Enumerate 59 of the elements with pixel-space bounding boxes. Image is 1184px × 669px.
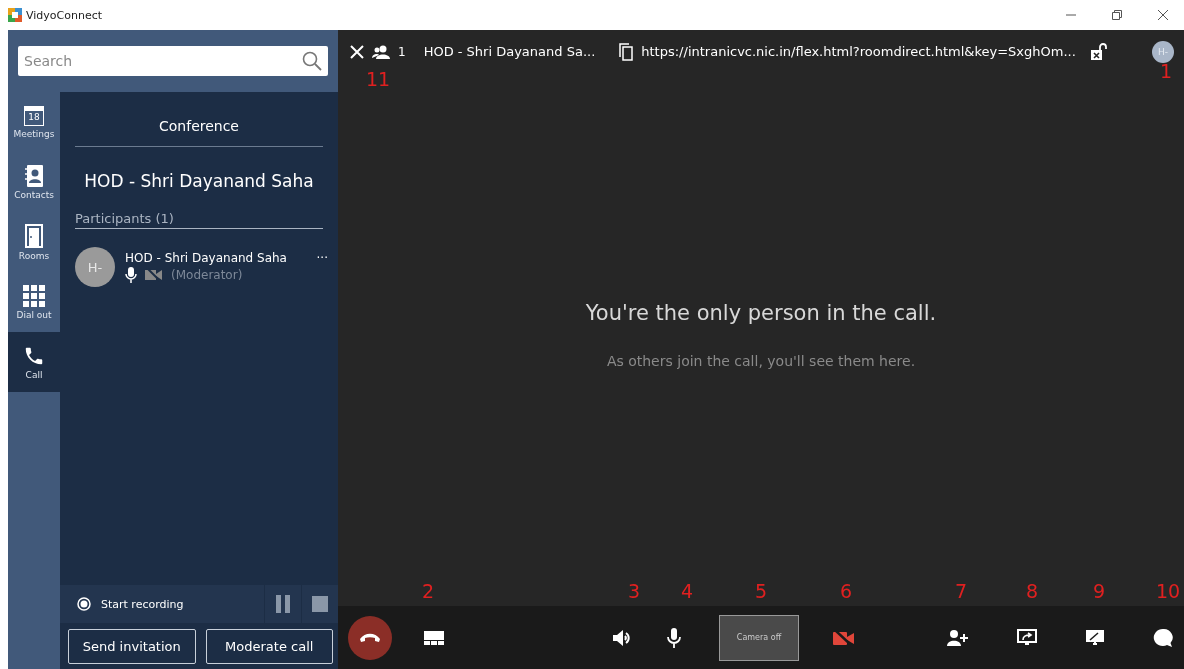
search-icon bbox=[302, 51, 322, 71]
participant-count: 1 bbox=[398, 44, 406, 59]
unlocked-padlock-icon[interactable] bbox=[1090, 42, 1108, 61]
search-field[interactable]: Search bbox=[18, 46, 328, 76]
chat-icon[interactable] bbox=[1153, 627, 1173, 648]
annotation-number: 2 bbox=[422, 582, 435, 601]
restore-icon[interactable] bbox=[1112, 10, 1122, 20]
participant-name: HOD - Shri Dayanand Saha bbox=[125, 251, 288, 265]
annotation-number: 8 bbox=[1026, 582, 1039, 601]
participants-heading: Participants (1) bbox=[75, 211, 323, 229]
camera-preview: Camera off bbox=[719, 614, 799, 661]
panel-heading: Conference bbox=[75, 118, 323, 147]
panel-button[interactable]: Moderate call bbox=[205, 629, 333, 664]
participants-icon[interactable] bbox=[372, 44, 390, 59]
annotation-number: 9 bbox=[1093, 582, 1106, 601]
app-logo-icon bbox=[8, 8, 22, 22]
room-link[interactable]: https://intranicvc.nic.in/flex.html?roomdirect.html&key=SxghOm... bbox=[641, 44, 1082, 59]
annotation-number: 1 bbox=[1160, 62, 1173, 81]
nav-item[interactable]: 18 Meetings bbox=[8, 92, 60, 152]
empty-call-hint: As others join the call, you'll see them here. bbox=[606, 352, 916, 369]
stop-icon bbox=[312, 596, 328, 612]
dialpad-icon bbox=[23, 284, 45, 307]
annotation-number: 10 bbox=[1156, 582, 1181, 601]
more-button[interactable]: ··· bbox=[316, 251, 328, 265]
nav-item[interactable]: Dial out bbox=[8, 272, 60, 332]
microphone-icon bbox=[125, 267, 137, 283]
contact-book-icon bbox=[24, 164, 44, 187]
annotation-number: 4 bbox=[681, 582, 694, 601]
layout-icon[interactable] bbox=[424, 630, 444, 645]
nav-item[interactable]: Call bbox=[8, 332, 60, 392]
door-icon bbox=[25, 223, 43, 248]
hang-up-button[interactable] bbox=[348, 615, 392, 660]
annotation-number: 5 bbox=[755, 582, 768, 601]
pause-icon bbox=[276, 595, 290, 613]
calendar-day: 18 bbox=[28, 113, 40, 122]
add-participant-icon[interactable] bbox=[947, 629, 969, 646]
room-name: HOD - Shri Dayanand Saha bbox=[83, 171, 315, 191]
record-icon bbox=[77, 597, 91, 611]
copy-icon[interactable] bbox=[619, 42, 634, 61]
participant-role: (Moderator) bbox=[171, 268, 243, 282]
whiteboard-icon[interactable] bbox=[1085, 628, 1105, 647]
empty-call-message: You're the only person in the call. bbox=[585, 300, 937, 325]
camera-off-icon bbox=[145, 268, 163, 282]
nav-item[interactable]: Rooms bbox=[8, 212, 60, 272]
avatar: H- bbox=[75, 247, 115, 287]
annotation-number: 6 bbox=[840, 582, 853, 601]
hang-up-icon bbox=[359, 632, 381, 643]
close-icon[interactable] bbox=[1158, 10, 1168, 20]
nav-item[interactable]: Contacts bbox=[8, 152, 60, 212]
annotation-number: 11 bbox=[366, 70, 391, 89]
call-title: HOD - Shri Dayanand Sa... bbox=[423, 44, 596, 59]
panel-button[interactable]: Send invitation bbox=[68, 629, 196, 664]
microphone-icon[interactable] bbox=[667, 627, 681, 648]
camera-off-icon[interactable] bbox=[833, 629, 855, 646]
annotation-number: 3 bbox=[628, 582, 641, 601]
annotation-number: 7 bbox=[955, 582, 968, 601]
speaker-icon[interactable] bbox=[613, 628, 633, 647]
window-title: VidyoConnect bbox=[26, 8, 103, 22]
share-screen-icon[interactable] bbox=[1017, 628, 1037, 647]
